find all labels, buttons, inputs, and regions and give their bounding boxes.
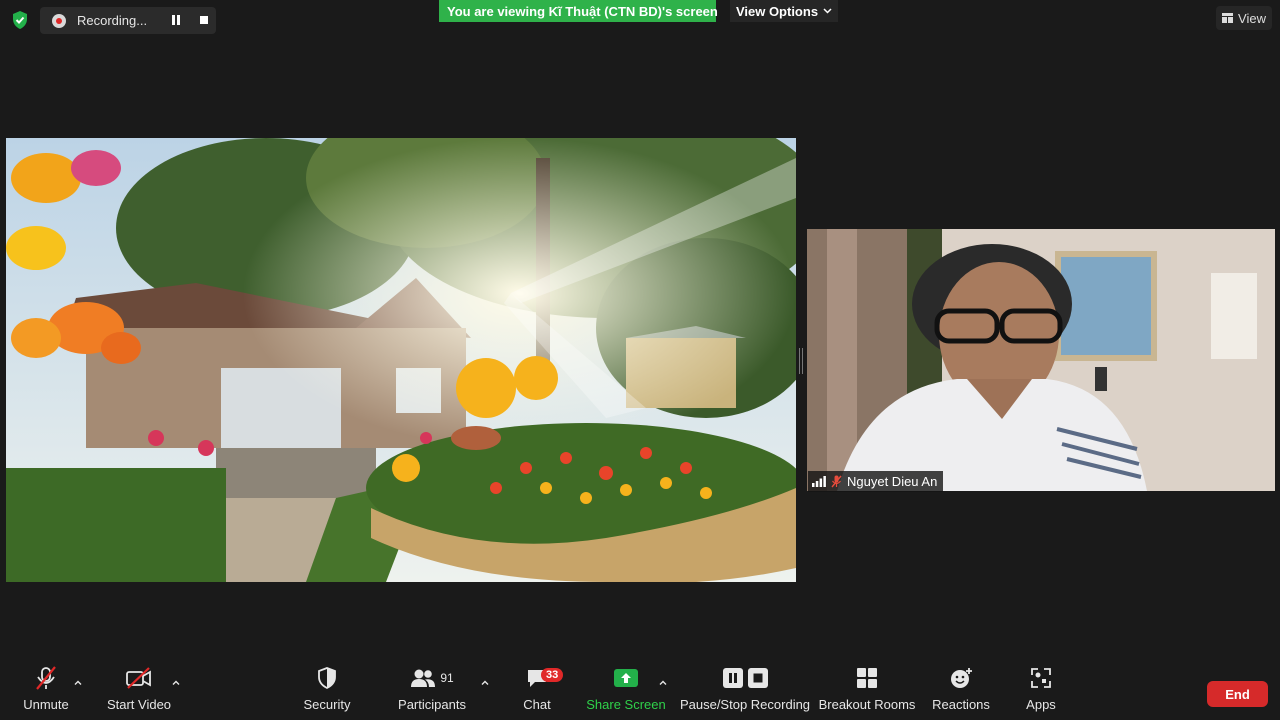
share-options-caret-icon[interactable] — [658, 678, 668, 688]
muted-mic-icon — [831, 475, 842, 488]
participant-name-tag: Nguyet Dieu An — [808, 471, 944, 492]
stop-recording-icon[interactable] — [200, 16, 208, 24]
share-screen-arrow-icon — [614, 669, 638, 687]
chat-unread-badge: 33 — [541, 668, 564, 682]
unmute-button[interactable]: Unmute — [22, 660, 70, 712]
panel-resize-handle[interactable] — [799, 348, 803, 374]
breakout-rooms-label: Breakout Rooms — [818, 697, 916, 712]
apps-button[interactable]: Apps — [1022, 660, 1060, 712]
viewing-screen-banner: You are viewing Kĩ Thuật (CTN BD)'s scre… — [439, 0, 718, 22]
recording-status-label: Recording... — [77, 13, 148, 28]
view-options-button[interactable]: View Options — [730, 0, 838, 22]
video-off-icon — [126, 667, 151, 689]
participants-button[interactable]: 91 Participants — [398, 660, 466, 712]
participants-options-caret-icon[interactable] — [480, 678, 490, 688]
muted-microphone-icon — [36, 666, 56, 690]
end-meeting-label: End — [1225, 686, 1250, 702]
participant-name: Nguyet Dieu An — [847, 474, 938, 489]
share-screen-button[interactable]: Share Screen — [586, 660, 666, 712]
grid-view-icon — [1222, 13, 1234, 23]
apps-icon — [1031, 668, 1051, 688]
reactions-smiley-icon — [951, 668, 972, 688]
participant-video-frame — [807, 229, 1275, 491]
meeting-toolbar: Unmute Start Video Security 91 Participa… — [0, 660, 1280, 720]
encryption-shield-icon[interactable] — [10, 10, 30, 30]
security-label: Security — [303, 697, 351, 712]
participants-count: 91 — [440, 671, 454, 685]
participants-label: Participants — [398, 697, 466, 712]
participants-icon — [411, 669, 436, 687]
pause-stop-recording-button[interactable]: Pause/Stop Recording — [679, 660, 811, 712]
participant-video[interactable] — [807, 229, 1275, 491]
signal-strength-icon — [812, 476, 826, 487]
pause-recording-icon — [722, 668, 743, 688]
reactions-button[interactable]: Reactions — [932, 660, 990, 712]
chat-label: Chat — [523, 697, 551, 712]
view-options-label: View Options — [735, 3, 819, 19]
shared-screen[interactable] — [6, 138, 796, 582]
pause-recording-icon[interactable] — [170, 15, 182, 26]
audio-options-caret-icon[interactable] — [73, 678, 83, 688]
chevron-down-icon — [823, 8, 832, 14]
breakout-rooms-icon — [857, 668, 877, 688]
shared-garden-image — [6, 138, 796, 582]
viewing-banner-text: You are viewing Kĩ Thuật (CTN BD)'s scre… — [447, 3, 718, 19]
video-options-caret-icon[interactable] — [171, 678, 181, 688]
pause-stop-recording-label: Pause/Stop Recording — [679, 697, 811, 712]
view-button[interactable]: View — [1216, 6, 1272, 30]
security-button[interactable]: Security — [302, 660, 352, 712]
share-screen-label: Share Screen — [586, 697, 666, 712]
apps-label: Apps — [1026, 697, 1056, 712]
chat-button[interactable]: 33 Chat — [520, 660, 564, 712]
recording-dot-icon — [52, 13, 66, 28]
stop-recording-icon — [747, 668, 768, 688]
breakout-rooms-button[interactable]: Breakout Rooms — [818, 660, 916, 712]
start-video-button[interactable]: Start Video — [106, 660, 172, 712]
reactions-label: Reactions — [932, 697, 990, 712]
recording-indicator: Recording... — [40, 7, 216, 34]
unmute-label: Unmute — [23, 697, 69, 712]
end-meeting-button[interactable]: End — [1207, 681, 1268, 707]
view-label: View — [1238, 10, 1266, 26]
security-shield-icon — [318, 667, 336, 690]
start-video-label: Start Video — [106, 697, 172, 712]
